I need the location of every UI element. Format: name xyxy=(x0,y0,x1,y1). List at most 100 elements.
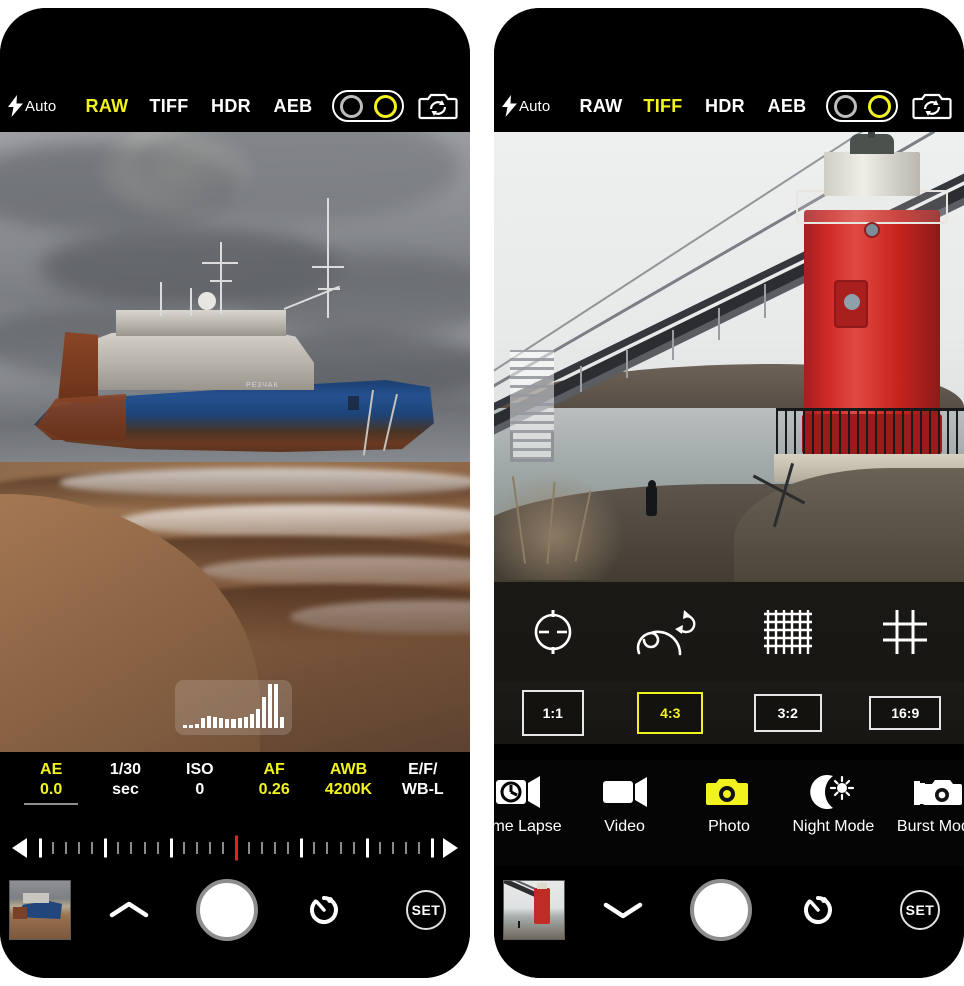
format-raw-left[interactable]: RAW xyxy=(76,96,138,117)
histogram-bar xyxy=(255,709,260,728)
setting-ef-wbl[interactable]: E/F/ WB-L xyxy=(386,760,460,800)
format-aeb-right[interactable]: AEB xyxy=(756,96,818,117)
setting-shutter-speed[interactable]: 1/30 sec xyxy=(88,760,162,800)
histogram-bar xyxy=(182,725,188,728)
setting-value: sec xyxy=(112,781,139,798)
shutter-container-right xyxy=(682,879,760,941)
settings-button-right[interactable]: SET xyxy=(876,890,964,930)
mode-night[interactable]: Night Mode xyxy=(781,770,885,836)
aspect-ratio-4-3[interactable]: 4:3 xyxy=(612,692,730,734)
toggle-ring-yellow-icon xyxy=(867,94,891,118)
slider-ticks-left[interactable] xyxy=(39,834,434,862)
aspect-ratio-1-1[interactable]: 1:1 xyxy=(494,690,612,736)
bridge-suspender xyxy=(764,284,766,318)
thumbnail-person xyxy=(518,921,520,928)
chevron-up-icon xyxy=(110,901,149,918)
flash-control-right[interactable]: Auto xyxy=(498,95,570,117)
format-raw-right[interactable]: RAW xyxy=(570,96,632,117)
capture-mode-toggle-left[interactable] xyxy=(332,90,404,122)
setting-ae[interactable]: AE 0.0 xyxy=(14,760,88,805)
format-tiff-right[interactable]: TIFF xyxy=(632,96,694,117)
histogram-bar xyxy=(225,719,230,728)
gallery-thumbnail-left[interactable] xyxy=(9,880,71,940)
shutter-button[interactable] xyxy=(689,879,752,941)
mode-label: Time Lapse xyxy=(494,818,562,835)
format-aeb-left[interactable]: AEB xyxy=(262,96,324,117)
setting-key: AF xyxy=(263,761,285,778)
photo-icon xyxy=(706,779,749,805)
aspect-ratio-16-9[interactable]: 16:9 xyxy=(847,696,964,730)
format-hdr-right[interactable]: HDR xyxy=(694,96,756,117)
night-mode-icon xyxy=(810,775,855,809)
capture-mode-toggle-right[interactable] xyxy=(826,90,898,122)
panel-toggle-left[interactable] xyxy=(71,898,188,922)
self-timer-left[interactable] xyxy=(266,891,383,929)
mode-icon-wrap xyxy=(494,770,546,814)
ship-mast xyxy=(220,242,222,314)
histogram-bar xyxy=(219,718,224,728)
overlay-rule-of-thirds[interactable] xyxy=(847,604,964,660)
ship-antenna-mast xyxy=(327,198,329,318)
top-control-bar-right: Auto RAW TIFF HDR AEB xyxy=(494,80,964,132)
bridge-tower-arch xyxy=(510,432,554,462)
shutter-bar-left: SET xyxy=(0,874,470,946)
level-crosshair-icon xyxy=(534,610,572,654)
flash-mode-label: Auto xyxy=(25,97,57,115)
gallery-thumbnail-right[interactable] xyxy=(503,880,565,940)
bridge-suspender xyxy=(580,366,582,392)
slider-tick xyxy=(195,842,198,854)
ship-yardarm xyxy=(210,280,232,282)
camera-preview-right[interactable] xyxy=(494,132,964,582)
histogram-bar xyxy=(279,717,285,728)
top-control-bar-left: Auto RAW TIFF HDR AEB xyxy=(0,80,470,132)
camera-flip-icon[interactable] xyxy=(418,91,458,121)
setting-value: 0.0 xyxy=(40,781,63,798)
format-tiff-left[interactable]: TIFF xyxy=(138,96,200,117)
aspect-ratio-3-2[interactable]: 3:2 xyxy=(729,694,847,732)
setting-value: 0 xyxy=(195,781,205,798)
format-hdr-left[interactable]: HDR xyxy=(200,96,262,117)
self-timer-right[interactable] xyxy=(760,891,877,929)
overlay-tools-row xyxy=(494,582,964,682)
slider-tick xyxy=(169,838,173,858)
shutter-bar-right: SET xyxy=(494,874,964,946)
slider-tick xyxy=(208,842,211,854)
overlay-golden-spiral[interactable] xyxy=(612,604,730,660)
panel-toggle-right[interactable] xyxy=(565,898,682,922)
mode-label: Burst Mode xyxy=(896,818,964,835)
lighthouse-porthole xyxy=(864,222,880,238)
mode-photo[interactable]: Photo xyxy=(677,770,781,836)
overlay-level-crosshair[interactable] xyxy=(494,604,612,660)
aspect-ratio-label: 4:3 xyxy=(637,692,704,734)
shutter-button[interactable] xyxy=(195,879,258,941)
setting-iso[interactable]: ISO 0 xyxy=(163,760,237,800)
slider-tick xyxy=(378,842,381,854)
ship-yardarm xyxy=(312,266,344,268)
setting-key: AWB xyxy=(329,761,368,778)
mode-label: Video xyxy=(604,818,645,835)
flash-bolt-icon xyxy=(8,95,23,117)
settings-button-left[interactable]: SET xyxy=(382,890,470,930)
bridge-suspender xyxy=(672,330,674,360)
histogram-overlay[interactable] xyxy=(175,680,292,735)
arrow-left-icon[interactable] xyxy=(12,838,27,858)
set-button-label: SET xyxy=(406,890,446,930)
ship-superstructure xyxy=(84,328,314,390)
camera-preview-left[interactable]: РЕЗЧАК xyxy=(0,132,470,752)
exposure-slider-left[interactable] xyxy=(0,828,470,868)
histogram-bar xyxy=(249,714,254,728)
setting-key: 1/30 xyxy=(109,761,142,778)
ship-yardarm xyxy=(202,262,238,264)
mode-burst[interactable]: Burst Mode xyxy=(886,770,964,836)
mode-video[interactable]: Video xyxy=(572,770,676,836)
lighthouse-lantern-room xyxy=(824,152,920,196)
arrow-right-icon[interactable] xyxy=(443,838,458,858)
setting-af[interactable]: AF 0.26 xyxy=(237,760,311,800)
mode-time-lapse[interactable]: Time Lapse xyxy=(494,770,572,836)
overlay-fine-grid[interactable] xyxy=(729,604,847,660)
setting-awb[interactable]: AWB 4200K xyxy=(311,760,385,800)
slider-tick xyxy=(431,838,434,858)
camera-flip-icon[interactable] xyxy=(912,91,952,121)
histogram-bar xyxy=(273,684,278,728)
flash-control-left[interactable]: Auto xyxy=(4,95,76,117)
